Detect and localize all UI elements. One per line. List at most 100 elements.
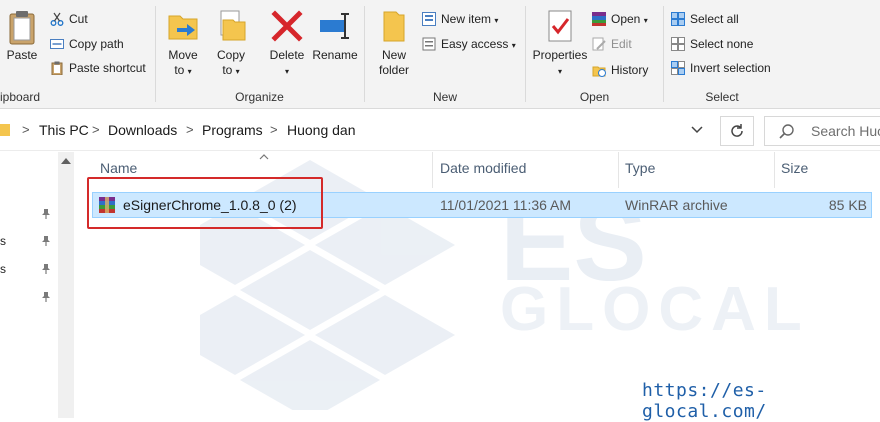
delete-x-icon bbox=[269, 8, 305, 44]
chevron-down-icon: ▾ bbox=[511, 41, 516, 50]
address-dropdown-icon[interactable] bbox=[690, 120, 704, 143]
new-folder-icon bbox=[376, 8, 412, 44]
copy-to-label-line1: Copy bbox=[216, 48, 245, 62]
pin-icon[interactable] bbox=[40, 291, 52, 303]
search-box[interactable]: Search Huo bbox=[764, 116, 880, 146]
copy-to-icon bbox=[213, 8, 249, 44]
select-all-icon bbox=[671, 11, 685, 26]
paste-label: Paste bbox=[6, 48, 38, 62]
rename-icon bbox=[317, 8, 353, 44]
clipboard-group: Paste Cut Copy path Paste shortcut ipboa… bbox=[0, 0, 155, 108]
column-header-type[interactable]: Type bbox=[625, 160, 655, 176]
select-none-label: Select none bbox=[690, 37, 754, 51]
copy-to-button[interactable]: Copy to ▾ bbox=[210, 8, 252, 79]
new-folder-label-line2: folder bbox=[378, 63, 410, 77]
chevron-down-icon: ▾ bbox=[557, 67, 562, 76]
breadcrumb-separator: > bbox=[270, 122, 278, 137]
scissors-icon bbox=[50, 12, 64, 26]
paste-shortcut-label: Paste shortcut bbox=[69, 61, 146, 75]
cut-button[interactable]: Cut bbox=[50, 9, 88, 29]
new-folder-label-line1: New bbox=[381, 48, 406, 62]
watermark-logo-text: GLOCAL bbox=[500, 275, 810, 344]
paste-button[interactable]: Paste bbox=[2, 8, 42, 63]
breadcrumb-huong-dan[interactable]: Huong dan bbox=[287, 116, 356, 144]
search-placeholder: Search Huo bbox=[811, 123, 880, 139]
properties-icon bbox=[542, 8, 578, 44]
paste-shortcut-button[interactable]: Paste shortcut bbox=[50, 58, 146, 78]
organize-group-label: Organize bbox=[235, 90, 284, 104]
select-all-label: Select all bbox=[690, 12, 739, 26]
nav-item-label[interactable]: s bbox=[0, 234, 6, 248]
move-to-label-line1: Move bbox=[168, 48, 198, 62]
easy-access-icon bbox=[422, 37, 436, 51]
scroll-up-arrow-icon[interactable] bbox=[61, 158, 71, 164]
select-none-button[interactable]: Select none bbox=[671, 34, 753, 54]
properties-button[interactable]: Properties ▾ bbox=[529, 8, 591, 79]
organize-group: Move to ▾ Copy to ▾ Delete ▾ Rename Orga… bbox=[156, 0, 363, 108]
properties-label: Properties bbox=[532, 48, 588, 62]
column-divider[interactable] bbox=[618, 152, 619, 188]
new-group: New folder New item ▾ Easy access ▾ New bbox=[365, 0, 525, 108]
new-folder-button[interactable]: New folder bbox=[373, 8, 415, 78]
file-type: WinRAR archive bbox=[625, 197, 728, 213]
history-icon bbox=[592, 63, 606, 77]
nav-scrollbar[interactable] bbox=[58, 152, 74, 418]
select-all-button[interactable]: Select all bbox=[671, 9, 739, 29]
new-item-button[interactable]: New item ▾ bbox=[422, 9, 498, 29]
clipboard-icon bbox=[4, 8, 40, 45]
edit-button[interactable]: Edit bbox=[592, 34, 632, 54]
breadcrumb-this-pc[interactable]: This PC bbox=[39, 116, 89, 144]
copy-path-button[interactable]: Copy path bbox=[50, 34, 124, 54]
column-header-date-modified[interactable]: Date modified bbox=[440, 160, 526, 176]
move-to-button[interactable]: Move to ▾ bbox=[162, 8, 204, 79]
new-group-label: New bbox=[432, 90, 457, 104]
file-size: 85 KB bbox=[828, 197, 867, 213]
watermark-url: https://es-glocal.com/ bbox=[642, 380, 767, 422]
breadcrumb-separator: > bbox=[22, 122, 30, 137]
rename-button[interactable]: Rename bbox=[312, 8, 358, 63]
invert-selection-button[interactable]: Invert selection bbox=[671, 58, 771, 78]
move-to-icon bbox=[165, 8, 201, 44]
address-bar: > This PC > Downloads > Programs > Huong… bbox=[0, 110, 880, 151]
breadcrumb-separator: > bbox=[92, 122, 100, 137]
breadcrumb[interactable]: > This PC > Downloads > Programs > Huong… bbox=[0, 116, 710, 144]
invert-selection-label: Invert selection bbox=[690, 61, 771, 75]
nav-item-label[interactable]: s bbox=[0, 262, 6, 276]
column-divider[interactable] bbox=[432, 152, 433, 188]
easy-access-button[interactable]: Easy access ▾ bbox=[422, 34, 516, 54]
search-icon bbox=[779, 123, 795, 139]
edit-icon bbox=[592, 37, 606, 51]
pin-icon[interactable] bbox=[40, 263, 52, 275]
open-button[interactable]: Open ▾ bbox=[592, 9, 648, 29]
breadcrumb-downloads[interactable]: Downloads bbox=[108, 116, 177, 144]
breadcrumb-programs[interactable]: Programs bbox=[202, 116, 263, 144]
column-divider[interactable] bbox=[774, 152, 775, 188]
refresh-icon bbox=[731, 124, 743, 137]
chevron-down-icon: ▾ bbox=[494, 16, 499, 25]
column-header-size[interactable]: Size bbox=[781, 160, 808, 176]
file-date-modified: 11/01/2021 11:36 AM bbox=[440, 197, 572, 213]
open-label: Open bbox=[611, 12, 641, 26]
move-to-label-line2: to bbox=[174, 63, 185, 77]
open-group-label: Open bbox=[579, 90, 610, 104]
chevron-down-icon: ▾ bbox=[643, 16, 648, 25]
new-item-icon bbox=[422, 11, 436, 26]
pin-icon[interactable] bbox=[40, 208, 52, 220]
copy-path-label: Copy path bbox=[69, 37, 124, 51]
select-none-icon bbox=[671, 36, 685, 51]
copy-to-label-line2: to bbox=[222, 63, 233, 77]
history-button[interactable]: History bbox=[592, 60, 648, 80]
delete-label: Delete bbox=[269, 48, 305, 62]
chevron-down-icon: ▾ bbox=[284, 67, 289, 76]
winrar-icon bbox=[592, 11, 606, 26]
breadcrumb-icon bbox=[0, 116, 10, 144]
chevron-down-icon: ▾ bbox=[235, 67, 240, 76]
pin-icon[interactable] bbox=[40, 235, 52, 247]
refresh-button[interactable] bbox=[720, 116, 754, 146]
select-group: Select all Select none Invert selection … bbox=[664, 0, 780, 108]
invert-selection-icon bbox=[671, 60, 685, 75]
column-header-name[interactable]: Name bbox=[100, 160, 137, 176]
clipboard-group-label: ipboard bbox=[0, 90, 41, 104]
copy-path-icon bbox=[50, 37, 64, 51]
delete-button[interactable]: Delete ▾ bbox=[266, 8, 308, 79]
